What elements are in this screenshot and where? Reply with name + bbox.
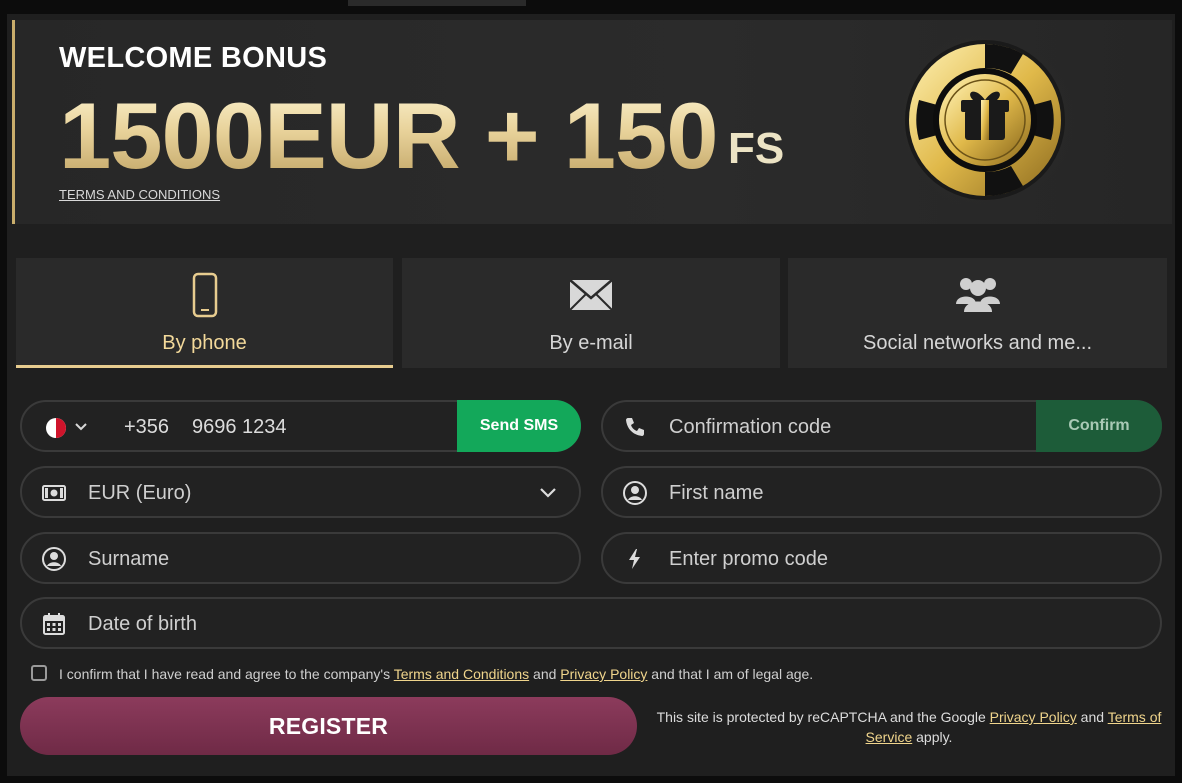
consent-prefix: I confirm that I have read and agree to …	[59, 666, 394, 682]
terms-and-conditions-link[interactable]: TERMS AND CONDITIONS	[59, 187, 220, 202]
recaptcha-prefix: This site is protected by reCAPTCHA and …	[656, 709, 990, 725]
banner-title: WELCOME BONUS	[59, 42, 328, 74]
envelope-icon	[569, 279, 613, 311]
tab-label: By e-mail	[549, 332, 633, 354]
phone-field[interactable]: +356 9696 1234 Send SMS	[20, 400, 581, 452]
phone-handset-icon	[626, 418, 644, 436]
consent-text: I confirm that I have read and agree to …	[59, 666, 813, 682]
consent-suffix: and that I am of legal age.	[647, 666, 814, 682]
promo-code-input[interactable]: Enter promo code	[669, 548, 828, 571]
users-icon	[955, 278, 1000, 312]
recaptcha-and: and	[1076, 709, 1108, 725]
recaptcha-privacy-link[interactable]: Privacy Policy	[990, 709, 1077, 725]
chevron-down-icon[interactable]	[74, 420, 88, 434]
tab-by-email[interactable]: By e-mail	[402, 258, 780, 368]
phone-icon	[192, 272, 217, 318]
tab-label: Social networks and me...	[863, 332, 1092, 354]
banknote-icon	[42, 485, 66, 501]
consent-checkbox[interactable]	[31, 665, 47, 681]
recaptcha-suffix: apply.	[912, 729, 953, 745]
privacy-policy-link[interactable]: Privacy Policy	[560, 666, 647, 682]
date-of-birth-input[interactable]: Date of birth	[88, 613, 197, 636]
top-strip	[348, 0, 526, 6]
phone-number-input[interactable]: 9696 1234	[192, 416, 287, 439]
user-icon	[623, 481, 647, 505]
casino-chip-gift-icon	[895, 30, 1075, 210]
promo-code-field[interactable]: Enter promo code	[601, 532, 1162, 584]
confirmation-code-input[interactable]: Confirmation code	[669, 416, 831, 439]
surname-field[interactable]: Surname	[20, 532, 581, 584]
confirm-button[interactable]: Confirm	[1036, 400, 1162, 452]
recaptcha-notice: This site is protected by reCAPTCHA and …	[646, 707, 1172, 747]
terms-link[interactable]: Terms and Conditions	[394, 666, 529, 682]
tab-social-networks[interactable]: Social networks and me...	[788, 258, 1167, 368]
currency-value: EUR (Euro)	[88, 482, 192, 504]
tab-by-phone[interactable]: By phone	[16, 258, 393, 368]
lightning-icon	[629, 549, 640, 569]
send-sms-button[interactable]: Send SMS	[457, 400, 581, 452]
calendar-icon	[43, 613, 65, 635]
welcome-banner: WELCOME BONUS 1500EUR + 150 FS TERMS AND…	[12, 20, 1172, 224]
register-button[interactable]: REGISTER	[20, 697, 637, 755]
chevron-down-icon[interactable]	[539, 486, 557, 500]
first-name-input[interactable]: First name	[669, 482, 763, 505]
confirmation-code-field[interactable]: Confirmation code Confirm	[601, 400, 1162, 452]
bonus-amount: 1500EUR + 150	[59, 80, 719, 193]
first-name-field[interactable]: First name	[601, 466, 1162, 518]
consent-and: and	[529, 666, 561, 682]
malta-flag-icon[interactable]	[44, 416, 68, 440]
tab-label: By phone	[162, 332, 247, 354]
currency-select[interactable]: EUR (Euro)	[20, 466, 581, 518]
country-code: +356	[124, 416, 170, 438]
bonus-fs: FS	[728, 124, 785, 173]
date-of-birth-field[interactable]: Date of birth	[20, 597, 1162, 649]
user-icon	[42, 547, 66, 571]
surname-input[interactable]: Surname	[88, 548, 169, 571]
